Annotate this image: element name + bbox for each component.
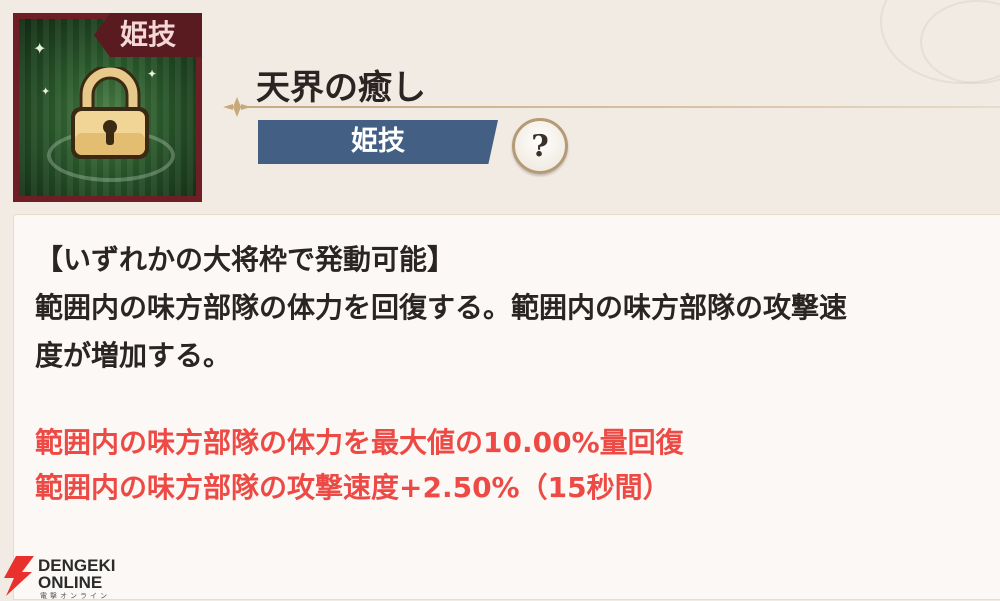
help-button[interactable]: ?	[512, 118, 568, 174]
lightning-logo-icon	[4, 556, 34, 596]
skill-title: 天界の癒し	[256, 68, 426, 108]
lock-icon	[71, 67, 149, 159]
skill-description: 【いずれかの大将枠で発動可能】 範囲内の味方部隊の体力を回復する。範囲内の味方部…	[35, 236, 995, 380]
effect-line: 範囲内の味方部隊の攻撃速度+2.50%（15秒間）	[35, 471, 671, 504]
ornament-icon	[223, 97, 251, 117]
dengeki-online-watermark: DENGEKI ONLINE 電撃オンライン	[0, 554, 140, 600]
sparkle-icon: ✦	[33, 39, 47, 58]
skill-type-badge: 姫技	[258, 120, 498, 164]
watermark-line2: ONLINE	[38, 573, 103, 592]
description-line: 【いずれかの大将枠で発動可能】	[35, 243, 456, 276]
effect-line: 範囲内の味方部隊の体力を最大値の10.00%量回復	[35, 426, 684, 459]
skill-effects: 範囲内の味方部隊の体力を最大値の10.00%量回復 範囲内の味方部隊の攻撃速度+…	[35, 420, 684, 510]
description-line: 度が増加する。	[35, 339, 232, 372]
skill-icon[interactable]: ✦ ✦ ✦ 姫技	[13, 13, 202, 202]
sparkle-icon: ✦	[41, 85, 51, 98]
skill-tag: 姫技	[94, 13, 202, 57]
description-line: 範囲内の味方部隊の体力を回復する。範囲内の味方部隊の攻撃速	[35, 291, 848, 324]
description-panel: 【いずれかの大将枠で発動可能】 範囲内の味方部隊の体力を回復する。範囲内の味方部…	[13, 214, 1000, 600]
title-divider	[238, 106, 1000, 108]
